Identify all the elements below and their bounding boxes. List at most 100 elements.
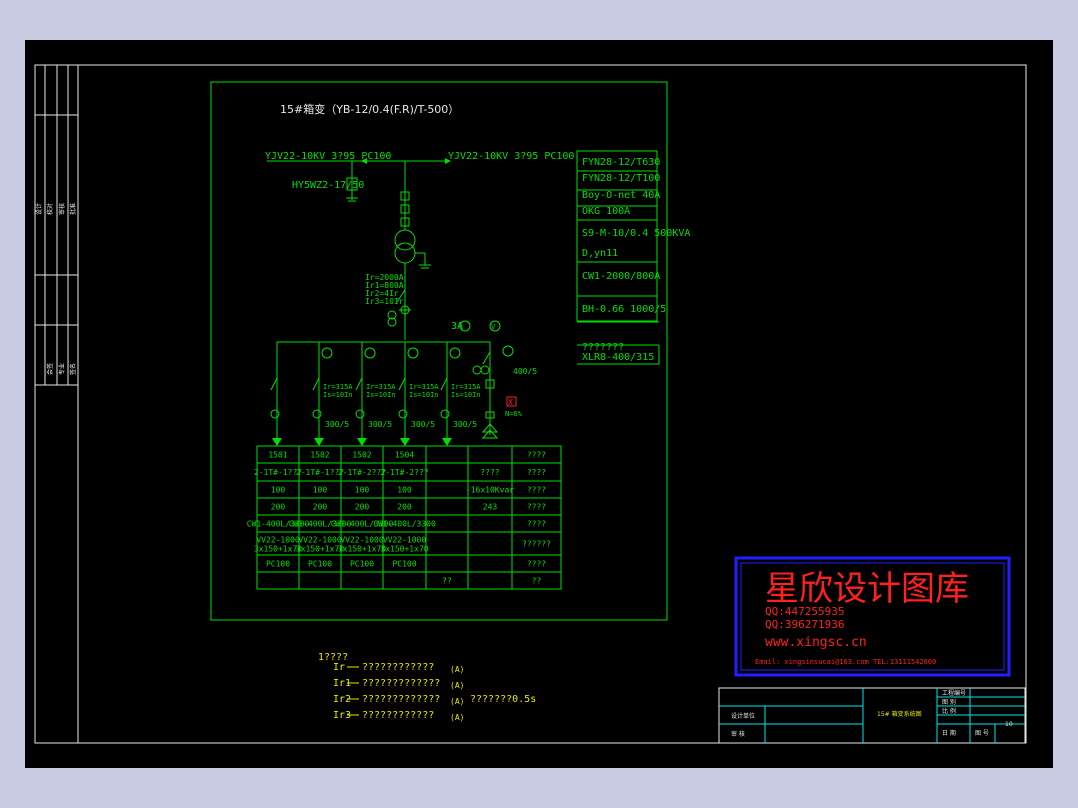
feeder-5: Ir=315AIs=10In 300/5 bbox=[440, 342, 481, 446]
margin-label-1: 设计 bbox=[35, 203, 43, 215]
equipment-item: BH-0.66 1000/5 bbox=[582, 304, 666, 315]
feeder-setting-is: Is=10In bbox=[366, 391, 396, 399]
table-cell: 1502 bbox=[352, 451, 371, 460]
margin-label-5: 会签 bbox=[46, 363, 54, 375]
equipment-item: CW1-2000/800A bbox=[582, 271, 660, 282]
equipment-item: XLR8-400/315 bbox=[582, 352, 654, 363]
feeders: Ir=315AIs=10In300/5Ir=315AIs=10In300/5Ir… bbox=[270, 342, 481, 446]
table-cell: ???? bbox=[480, 468, 499, 477]
table-cell: ?? bbox=[532, 577, 542, 586]
diagram-title: 15#箱变（YB-12/0.4(F.R)/T-500） bbox=[280, 102, 459, 116]
meter-v-label: V bbox=[491, 323, 496, 331]
feeder-arrow bbox=[400, 438, 410, 446]
table-cell: ???? bbox=[527, 451, 546, 460]
titleblock-project-no: 工程编号 bbox=[942, 689, 966, 697]
equipment-item: Boy-O-net 40A bbox=[582, 190, 660, 201]
data-table: 1501 1502 1502 1504 ????2-1T#-1???2-1T#-1???… bbox=[247, 445, 562, 590]
feeder-arrow bbox=[357, 438, 367, 446]
margin-label-7: 签名 bbox=[69, 363, 77, 375]
feeder-ct-label: 300/5 bbox=[368, 420, 392, 429]
arrester-label: HY5WZ2-17/50 bbox=[292, 180, 364, 191]
drawing-sheet: 设计 校对 审核 批准 会签 专业 签名 15#箱变（YB-12/0.4(F.R… bbox=[34, 64, 1027, 744]
watermark-title: 星欣设计图库 bbox=[765, 569, 969, 609]
titleblock-design-unit: 设计单位 bbox=[731, 712, 755, 720]
feeder-setting-ir: Ir=315A bbox=[451, 383, 481, 391]
feeder-setting-ir: Ir=315A bbox=[323, 383, 353, 391]
table-cell: VV22-1000 3x150+1x70 bbox=[380, 536, 428, 554]
equipment-item: OKG 100A bbox=[582, 206, 630, 217]
feeder-setting-is: Is=10In bbox=[323, 391, 353, 399]
table-cell: 1504 bbox=[395, 451, 414, 460]
margin-label-4: 批准 bbox=[69, 203, 77, 215]
cap-ct-label: 400/5 bbox=[513, 367, 537, 376]
main-meters: 3A V bbox=[451, 320, 501, 332]
legend-unit: (A) bbox=[450, 697, 464, 706]
legend: 1???? Ir???????????? (A)Ir1?????????????(… bbox=[318, 652, 536, 722]
feeder-2: Ir=315AIs=10In 300/5 bbox=[312, 342, 353, 446]
watermark-site: www.xingsc.cn bbox=[765, 635, 867, 650]
legend-desc: ????????????? bbox=[362, 678, 440, 689]
table-cell: 2-1T#-2??? bbox=[338, 468, 386, 477]
feeder-3: Ir=315AIs=10In 300/5 bbox=[355, 342, 396, 446]
margin-label-6: 专业 bbox=[58, 363, 66, 375]
feeder-1 bbox=[270, 342, 282, 446]
table-cell: 100 bbox=[355, 486, 370, 495]
feeder-ct-label: 300/5 bbox=[325, 420, 349, 429]
equipment-item: FYN28-12/T100 bbox=[582, 173, 660, 184]
legend-desc: ????????????? bbox=[362, 694, 440, 705]
legend-unit: (A) bbox=[450, 681, 464, 690]
legend-symbol: Ir bbox=[333, 662, 345, 673]
title-block: 设计单位 审 核 15# 箱变系统图 工程编号 图 别 比 例 日 期 图 号 … bbox=[718, 687, 1026, 744]
incoming-feeder: YJV22-10KV 3?95 PC100 YJV22-10KV 3?95 PC… bbox=[265, 151, 574, 340]
legend-desc: ???????????? bbox=[362, 710, 434, 721]
titleblock-date: 日 期 bbox=[942, 729, 956, 737]
cad-viewport[interactable]: 设计 校对 审核 批准 会签 专业 签名 15#箱变（YB-12/0.4(F.R… bbox=[25, 40, 1053, 768]
titleblock-drawing-title: 15# 箱变系统图 bbox=[877, 710, 922, 718]
feeder-setting-is: Is=10In bbox=[451, 391, 481, 399]
feeder-ct-label: 300/5 bbox=[453, 420, 477, 429]
incoming-left-label: YJV22-10KV 3?95 PC100 bbox=[265, 151, 391, 162]
table-cell: 200 bbox=[355, 503, 370, 512]
table-cell: ???? bbox=[527, 503, 546, 512]
margin-strip: 设计 校对 审核 批准 会签 专业 签名 bbox=[35, 65, 78, 386]
inner-frame bbox=[77, 64, 1027, 744]
watermark-qq2: QQ:396271936 bbox=[765, 618, 844, 631]
table-cell: 100 bbox=[313, 486, 328, 495]
table-cell: ?? bbox=[442, 577, 452, 586]
titleblock-review: 审 核 bbox=[731, 730, 745, 738]
equipment-item: D,yn11 bbox=[582, 248, 618, 259]
titleblock-number-value: 10 bbox=[1005, 721, 1013, 728]
margin-label-2: 校对 bbox=[46, 203, 54, 215]
margin-label-3: 审核 bbox=[58, 203, 66, 215]
legend-unit: (A) bbox=[450, 713, 464, 722]
table-cell: ???? bbox=[527, 486, 546, 495]
table-cell: 243 bbox=[483, 503, 498, 512]
feeder-setting-is: Is=10In bbox=[409, 391, 439, 399]
table-cell: 200 bbox=[271, 503, 286, 512]
watermark-qq1: QQ:447255935 bbox=[765, 605, 844, 618]
incoming-right-label: YJV22-10KV 3?95 PC100 bbox=[448, 151, 574, 162]
feeder-4: Ir=315AIs=10In 300/5 bbox=[398, 342, 439, 446]
feeder-arrow bbox=[272, 438, 282, 446]
legend-unit: (A) bbox=[450, 665, 464, 674]
capacitor-branch: 400/5 X N=6% bbox=[472, 342, 537, 439]
feeder-setting-ir: Ir=315A bbox=[366, 383, 396, 391]
table-cell: 100 bbox=[397, 486, 412, 495]
table-cell: PC100 bbox=[350, 560, 374, 569]
table-cell: PC100 bbox=[266, 560, 290, 569]
feeder-arrow bbox=[314, 438, 324, 446]
titleblock-category: 图 别 bbox=[942, 698, 956, 706]
legend-extra: ???????0.5s bbox=[470, 694, 536, 705]
table-cell: ?????? bbox=[522, 540, 551, 549]
table-cell: 2-1T#-2??? bbox=[380, 468, 428, 477]
watermark-contact: Email: xingsinsucai@163.com TEL:13111542… bbox=[755, 658, 936, 666]
table-cell: 200 bbox=[313, 503, 328, 512]
table-cell: CW1-400L/3300 bbox=[373, 520, 436, 529]
legend-desc: ???????????? bbox=[362, 662, 434, 673]
table-cell: 1501 bbox=[268, 451, 287, 460]
watermark: 星欣设计图库 QQ:447255935 QQ:396271936 www.xin… bbox=[734, 556, 1011, 677]
titleblock-number: 图 号 bbox=[975, 730, 989, 737]
table-cell: ???? bbox=[527, 468, 546, 477]
main-breaker-settings: Ir=2000A Ir1=800A Ir2=4Ir Ir3=10Ir bbox=[365, 273, 411, 327]
feeder-ct-label: 300/5 bbox=[411, 420, 435, 429]
